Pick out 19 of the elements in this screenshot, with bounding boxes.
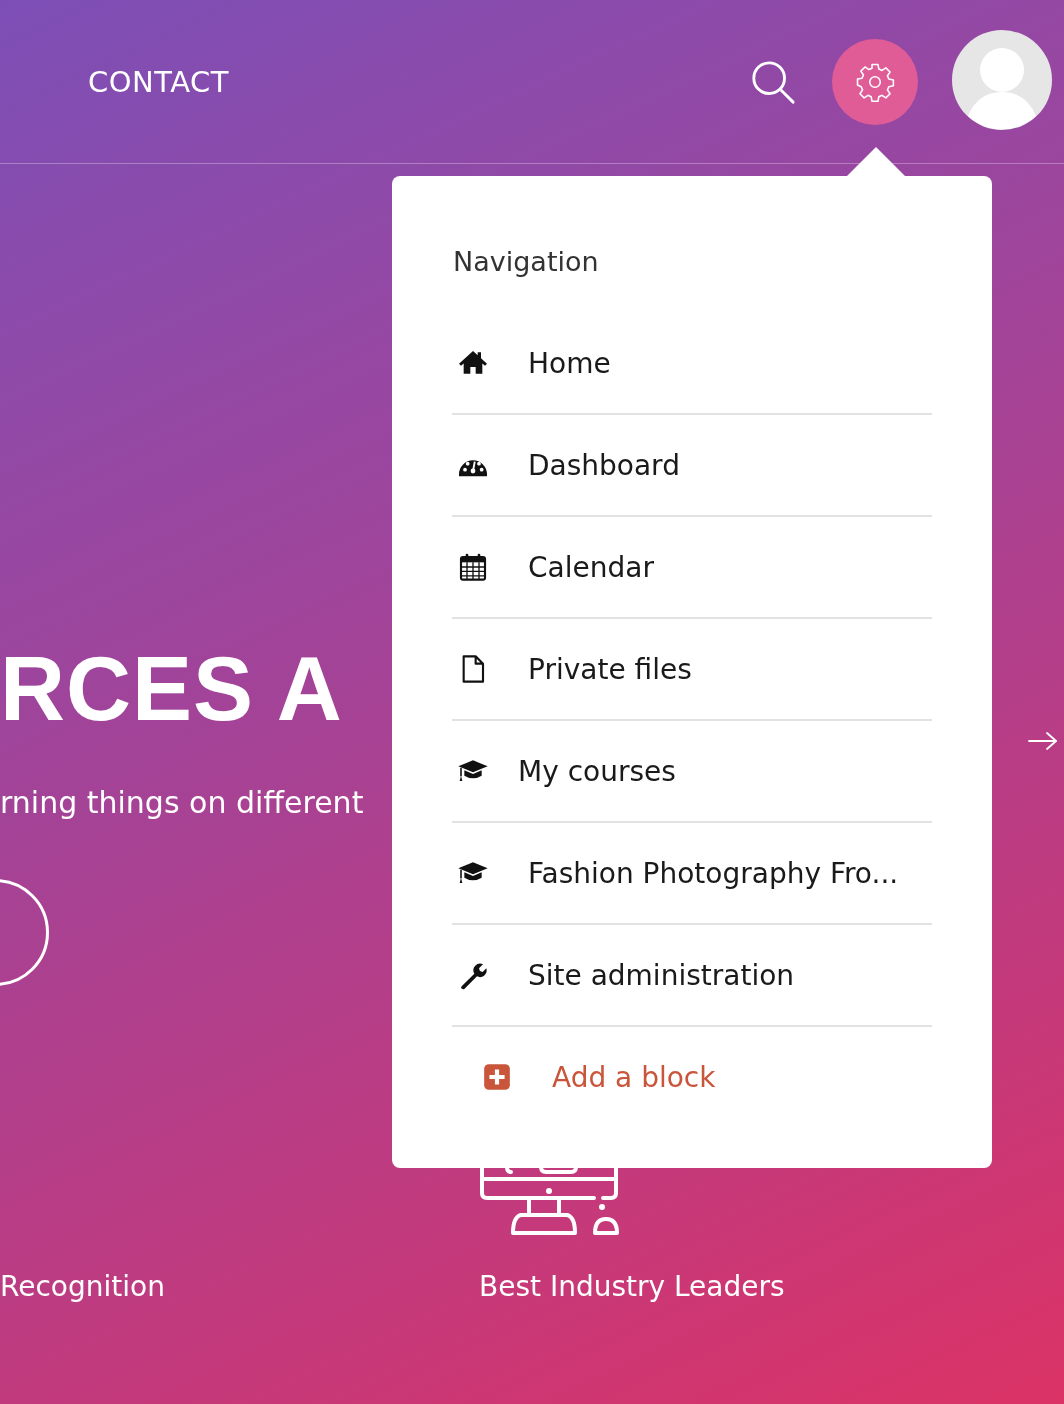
hero-title: RCES A — [0, 639, 343, 739]
contact-link[interactable]: CONTACT — [88, 64, 230, 99]
avatar-icon[interactable] — [952, 29, 1052, 130]
feature-caption: Recognition — [0, 1269, 166, 1305]
menu-item[interactable]: Private files — [528, 652, 692, 686]
menu-item[interactable]: Home — [528, 346, 611, 380]
menu-heading: Navigation — [453, 245, 600, 279]
calendar-icon — [457, 551, 489, 583]
menu-item[interactable]: Site administration — [528, 958, 795, 992]
add-icon — [483, 1063, 511, 1091]
add-block-link[interactable]: Add a block — [552, 1060, 716, 1094]
menu-item[interactable]: Calendar — [528, 550, 654, 584]
arrow-right-icon[interactable] — [1028, 731, 1058, 751]
feature-caption: Best Industry Leaders — [479, 1269, 786, 1305]
hero-subtitle: rning things on different — [0, 784, 365, 822]
menu-item[interactable]: Fashion Photography Fro... — [528, 856, 899, 890]
menu-item[interactable]: My courses — [518, 754, 676, 788]
search-icon[interactable] — [750, 58, 796, 105]
menu-item[interactable]: Dashboard — [528, 448, 680, 482]
